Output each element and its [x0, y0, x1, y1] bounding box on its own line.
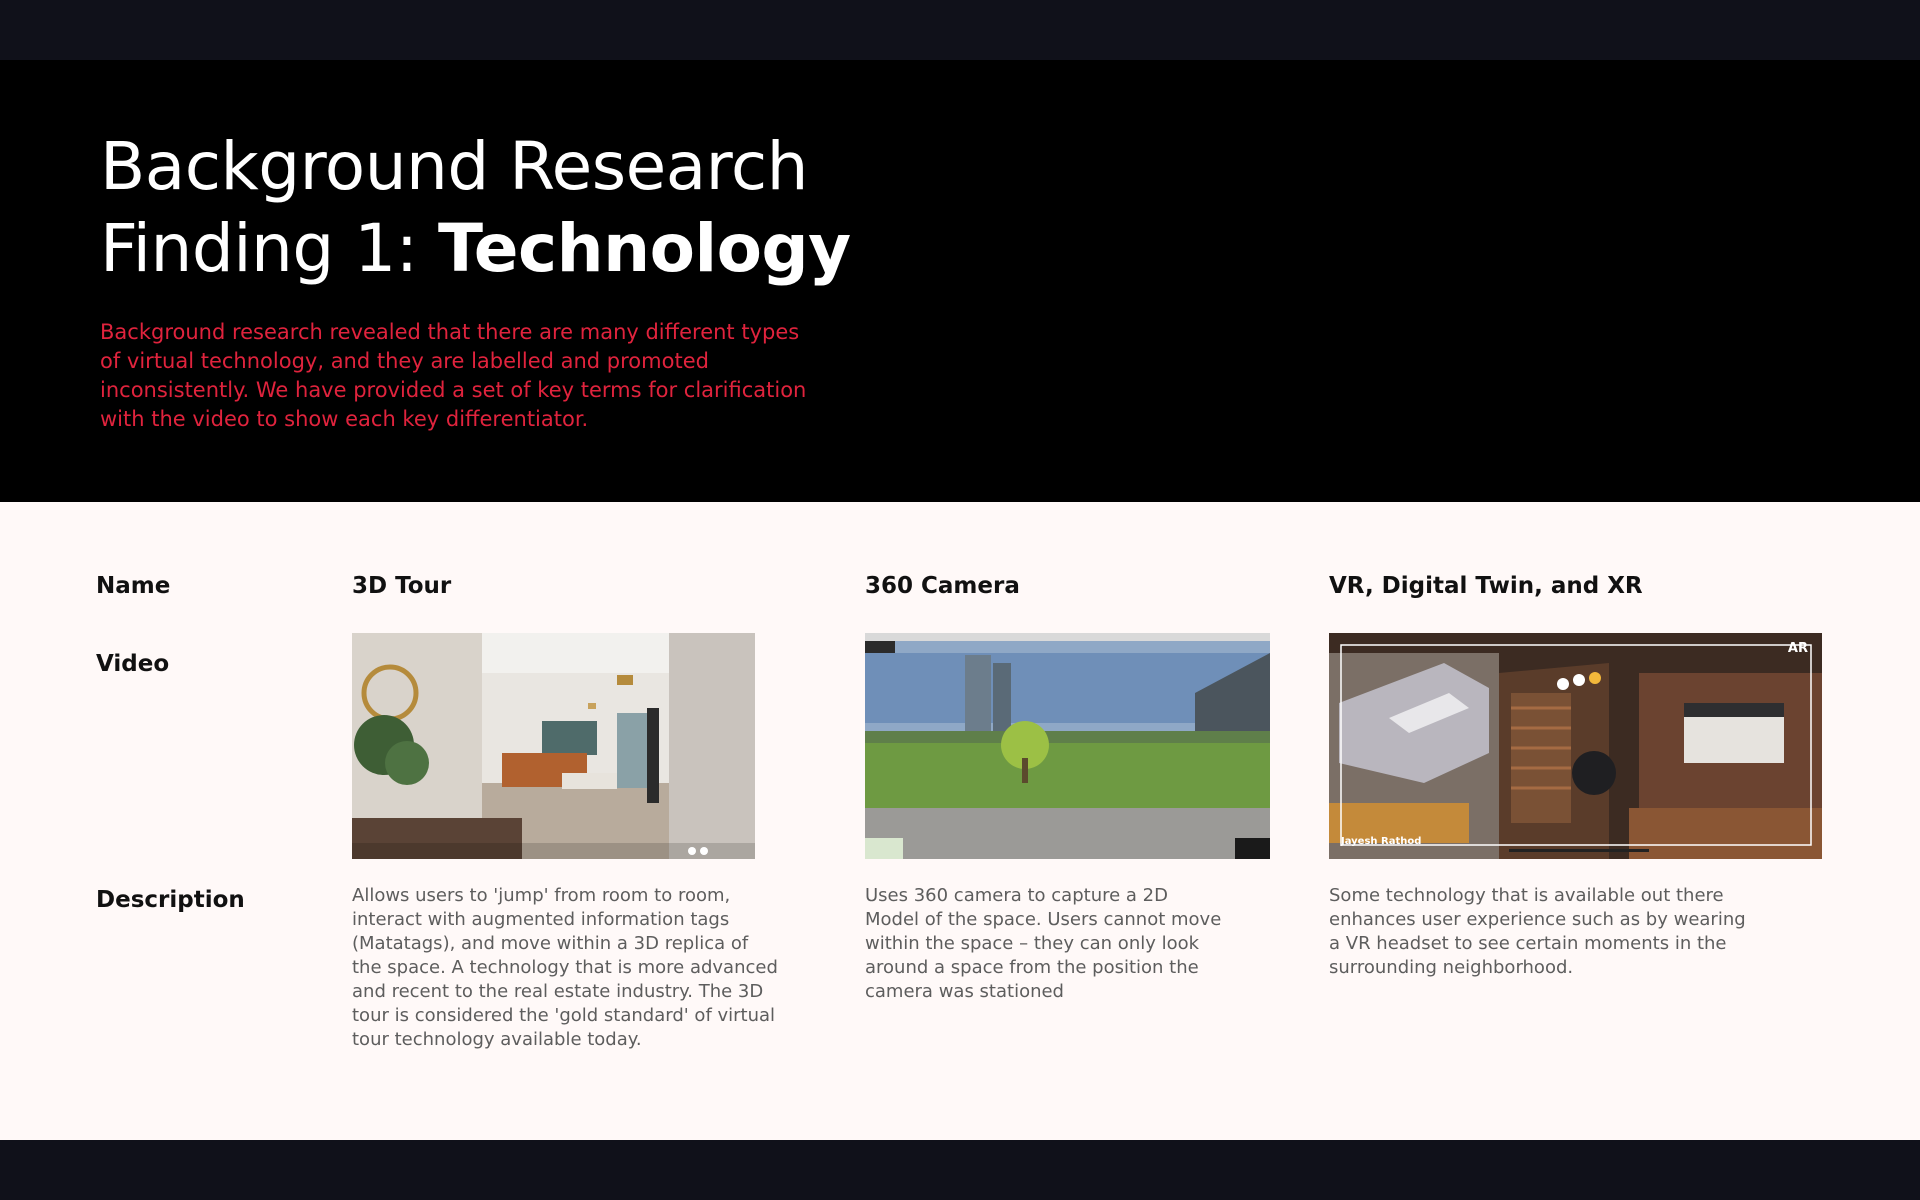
description-vr-digital-twin-xr: Some technology that is available out th…: [1329, 885, 1746, 978]
video-3d-tour[interactable]: [352, 633, 755, 859]
column-header-360-camera: 360 Camera: [865, 573, 1020, 599]
slide-page: Background Research Finding 1: Technolog…: [0, 0, 1920, 1200]
description-360-camera: Uses 360 camera to capture a 2D Model of…: [865, 885, 1222, 1002]
column-header-vr-digital-twin-xr: VR, Digital Twin, and XR: [1329, 573, 1643, 599]
street-view-thumbnail: [865, 633, 1270, 859]
title-line-1: Background Research: [100, 128, 808, 205]
top-bar: [0, 0, 1920, 60]
3d-floorplan-thumbnail: [1329, 633, 1822, 859]
title-line-2-regular: Finding 1:: [100, 210, 438, 287]
description-3d-tour: Allows users to 'jump' from room to room…: [352, 885, 778, 1050]
video-vr-digital-twin-xr[interactable]: AR Jayesh Rathod: [1329, 633, 1822, 859]
living-room-thumbnail: [352, 633, 755, 859]
video-overlay-ar-tag: AR: [1787, 641, 1808, 656]
hero-description: Background research revealed that there …: [100, 320, 807, 431]
row-label-description: Description: [96, 887, 245, 913]
row-label-video: Video: [96, 651, 170, 677]
hero-section: Background Research Finding 1: Technolog…: [0, 60, 1920, 502]
row-label-name: Name: [96, 573, 171, 599]
bottom-bar: [0, 1140, 1920, 1200]
video-360-camera[interactable]: [865, 633, 1270, 859]
title-line-2-bold: Technology: [437, 210, 851, 287]
page-title: Background Research Finding 1: Technolog…: [100, 126, 851, 290]
column-header-3d-tour: 3D Tour: [352, 573, 452, 599]
video-overlay-credit: Jayesh Rathod: [1341, 836, 1422, 847]
